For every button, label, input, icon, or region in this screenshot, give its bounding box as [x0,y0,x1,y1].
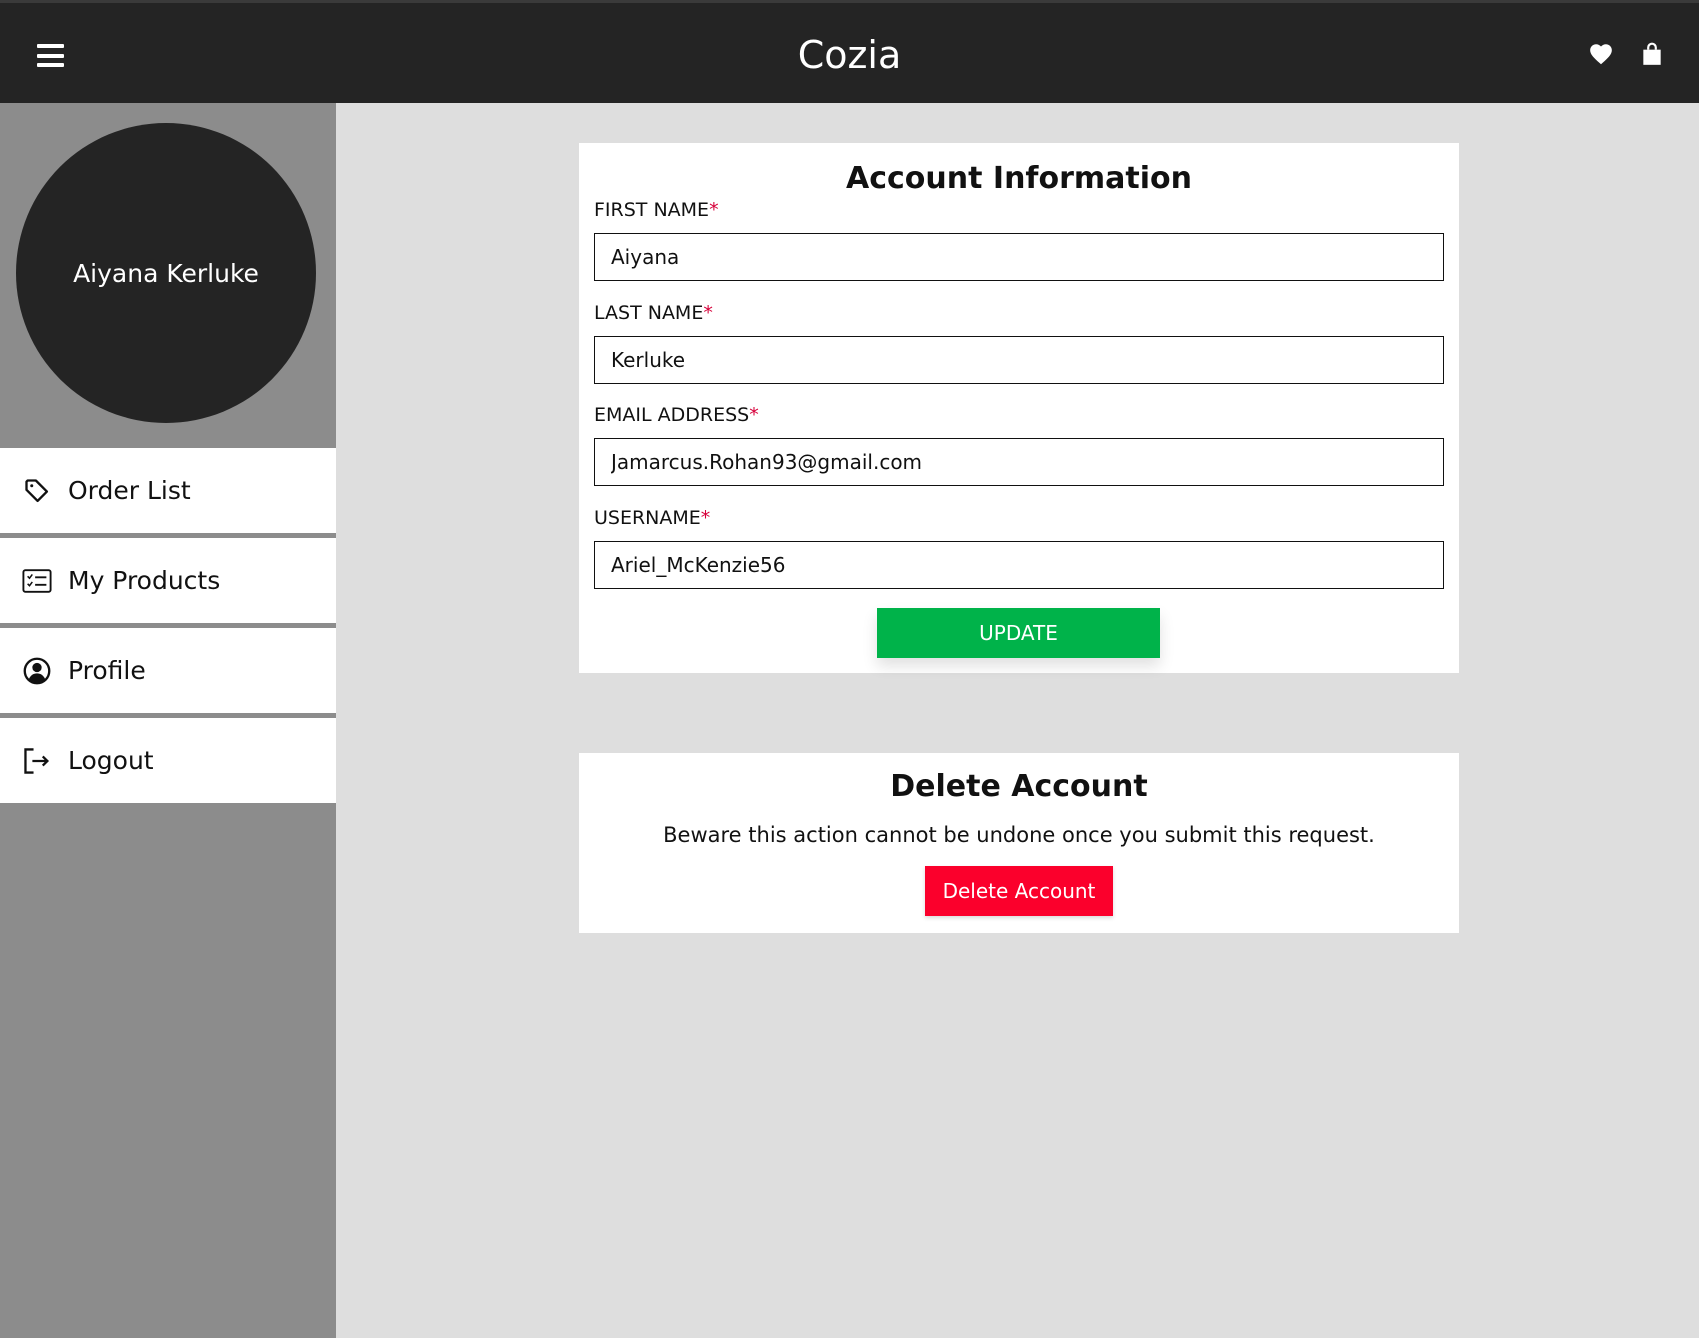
sidebar-item-profile[interactable]: Profile [0,628,336,713]
checklist-icon [22,566,52,596]
shopping-bag-icon[interactable] [1639,41,1665,67]
last-name-input[interactable] [594,336,1444,384]
sidebar-item-label: Profile [68,656,146,685]
delete-account-card: Delete Account Beware this action cannot… [579,753,1459,933]
delete-account-title: Delete Account [890,769,1148,804]
sidebar-item-label: Order List [68,476,191,505]
tag-icon [22,476,52,506]
first-name-input[interactable] [594,233,1444,281]
username-input[interactable] [594,541,1444,589]
logout-icon [22,746,52,776]
username-label: USERNAME* [594,507,711,529]
sidebar: Aiyana Kerluke Order List My Products Pr… [0,103,336,1338]
update-button[interactable]: UPDATE [877,608,1160,658]
email-address-input[interactable] [594,438,1444,486]
delete-account-button[interactable]: Delete Account [925,866,1113,916]
sidebar-menu: Order List My Products Profile Logout [0,448,336,808]
delete-warning-text: Beware this action cannot be undone once… [663,823,1375,847]
email-address-label: EMAIL ADDRESS* [594,404,759,426]
brand-title[interactable]: Cozia [798,33,902,77]
sidebar-item-order-list[interactable]: Order List [0,448,336,533]
account-information-title: Account Information [846,161,1192,196]
sidebar-item-my-products[interactable]: My Products [0,538,336,623]
heart-icon[interactable] [1588,41,1614,67]
brand-logo: Cozia [0,31,1699,79]
user-name: Aiyana Kerluke [73,258,259,288]
sidebar-item-label: Logout [68,746,154,775]
first-name-label: FIRST NAME* [594,199,719,221]
avatar: Aiyana Kerluke [16,123,316,423]
sidebar-item-label: My Products [68,566,221,595]
user-circle-icon [22,656,52,686]
sidebar-item-logout[interactable]: Logout [0,718,336,803]
last-name-label: LAST NAME* [594,302,713,324]
top-navbar: Cozia [0,0,1699,103]
account-information-card: Account Information FIRST NAME* LAST NAM… [579,143,1459,673]
